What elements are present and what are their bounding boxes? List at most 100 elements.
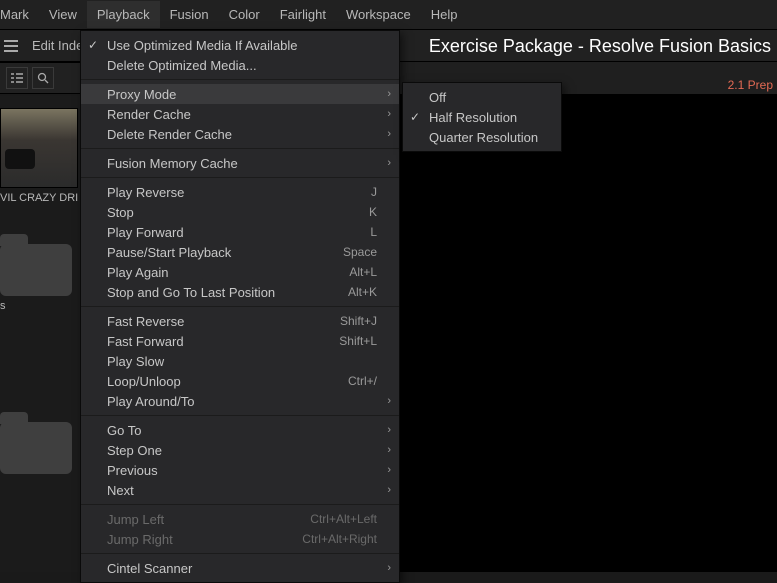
menu-item-shortcut: Ctrl+Alt+Left <box>310 512 377 526</box>
menu-separator <box>81 504 399 505</box>
menu-item-next[interactable]: Next › <box>81 480 399 500</box>
bin-folder-label: s <box>0 296 80 312</box>
menu-item-label: Loop/Unloop <box>107 374 348 389</box>
menu-item-shortcut: Alt+K <box>348 285 377 299</box>
menu-item-go-to[interactable]: Go To › <box>81 420 399 440</box>
menu-item-shortcut: Ctrl+/ <box>348 374 377 388</box>
chevron-right-icon: › <box>387 444 391 456</box>
menu-item-use-optimized-media-if-available[interactable]: ✓ Use Optimized Media If Available <box>81 35 399 55</box>
menu-item-jump-right: Jump RightCtrl+Alt+Right <box>81 529 399 549</box>
submenu-item-quarter-resolution[interactable]: Quarter Resolution <box>403 127 561 147</box>
submenu-item-label: Half Resolution <box>429 110 549 125</box>
clip-thumbnail-label: VIL CRAZY DRIVI <box>0 188 78 204</box>
chevron-right-icon: › <box>387 128 391 140</box>
chevron-right-icon: › <box>387 424 391 436</box>
media-pool-toolbar <box>0 62 80 94</box>
menu-separator <box>81 148 399 149</box>
clip-thumbnail[interactable] <box>0 108 78 188</box>
menu-separator <box>81 553 399 554</box>
menu-item-label: Play Slow <box>107 354 377 369</box>
media-pool: VIL CRAZY DRIVI s <box>0 96 80 572</box>
menu-item-stop[interactable]: StopK <box>81 202 399 222</box>
submenu-item-off[interactable]: Off <box>403 87 561 107</box>
menu-item-label: Fast Forward <box>107 334 339 349</box>
menu-item-fast-reverse[interactable]: Fast ReverseShift+J <box>81 311 399 331</box>
menu-item-label: Pause/Start Playback <box>107 245 343 260</box>
menubar-item-mark[interactable]: Mark <box>0 1 39 28</box>
menu-item-shortcut: Space <box>343 245 377 259</box>
menubar-item-view[interactable]: View <box>39 1 87 28</box>
menu-item-label: Play Again <box>107 265 349 280</box>
menu-item-fusion-memory-cache[interactable]: Fusion Memory Cache› <box>81 153 399 173</box>
hamburger-icon[interactable] <box>2 37 20 55</box>
menu-item-fast-forward[interactable]: Fast ForwardShift+L <box>81 331 399 351</box>
menu-item-shortcut: L <box>370 225 377 239</box>
menu-item-jump-left: Jump LeftCtrl+Alt+Left <box>81 509 399 529</box>
menu-item-play-slow[interactable]: Play Slow <box>81 351 399 371</box>
submenu-item-half-resolution[interactable]: ✓ Half Resolution <box>403 107 561 127</box>
menu-item-label: Step One <box>107 443 377 458</box>
check-icon: ✓ <box>88 38 98 52</box>
menu-item-shortcut: K <box>369 205 377 219</box>
menu-item-label: Play Around/To <box>107 394 377 409</box>
search-icon[interactable] <box>32 67 54 89</box>
menu-item-pause-start-playback[interactable]: Pause/Start PlaybackSpace <box>81 242 399 262</box>
menu-item-cintel-scanner[interactable]: Cintel Scanner › <box>81 558 399 578</box>
chevron-right-icon: › <box>387 108 391 120</box>
menu-item-delete-optimized-media[interactable]: Delete Optimized Media... <box>81 55 399 75</box>
menu-item-play-around-to[interactable]: Play Around/To › <box>81 391 399 411</box>
chevron-right-icon: › <box>387 484 391 496</box>
menu-item-label: Cintel Scanner <box>107 561 377 576</box>
submenu-item-label: Quarter Resolution <box>429 130 549 145</box>
menu-item-play-again[interactable]: Play AgainAlt+L <box>81 262 399 282</box>
menu-separator <box>81 177 399 178</box>
menubar-item-fairlight[interactable]: Fairlight <box>270 1 336 28</box>
menu-item-render-cache[interactable]: Render Cache › <box>81 104 399 124</box>
menu-item-proxy-mode[interactable]: Proxy Mode› <box>81 84 399 104</box>
menu-item-label: Delete Optimized Media... <box>107 58 377 73</box>
edit-index-label[interactable]: Edit Inde <box>32 38 83 53</box>
menu-item-label: Next <box>107 483 377 498</box>
menu-item-label: Jump Right <box>107 532 302 547</box>
menu-item-delete-render-cache[interactable]: Delete Render Cache › <box>81 124 399 144</box>
check-icon: ✓ <box>410 110 420 124</box>
menubar-item-color[interactable]: Color <box>219 1 270 28</box>
menu-item-loop-unloop[interactable]: Loop/UnloopCtrl+/ <box>81 371 399 391</box>
chevron-right-icon: › <box>387 395 391 407</box>
menu-item-previous[interactable]: Previous › <box>81 460 399 480</box>
menu-item-shortcut: Alt+L <box>349 265 377 279</box>
menubar-item-workspace[interactable]: Workspace <box>336 1 421 28</box>
menu-item-label: Jump Left <box>107 512 310 527</box>
timeline-name[interactable]: 2.1 Prep <box>728 78 773 92</box>
bin-folder[interactable] <box>0 244 72 296</box>
menu-item-label: Play Reverse <box>107 185 371 200</box>
bin-folder[interactable] <box>0 422 72 474</box>
menu-item-shortcut: Shift+L <box>339 334 377 348</box>
menu-item-play-forward[interactable]: Play ForwardL <box>81 222 399 242</box>
menu-item-label: Render Cache <box>107 107 377 122</box>
menu-item-step-one[interactable]: Step One › <box>81 440 399 460</box>
chevron-right-icon: › <box>387 157 391 169</box>
menu-item-label: Use Optimized Media If Available <box>107 38 377 53</box>
chevron-right-icon: › <box>387 562 391 574</box>
menubar-item-playback[interactable]: Playback <box>87 1 160 28</box>
menu-item-label: Delete Render Cache <box>107 127 377 142</box>
menu-item-shortcut: J <box>371 185 377 199</box>
menu-separator <box>81 306 399 307</box>
menu-item-label: Go To <box>107 423 377 438</box>
proxy-mode-submenu: Off ✓ Half Resolution Quarter Resolution <box>402 82 562 152</box>
menu-item-play-reverse[interactable]: Play ReverseJ <box>81 182 399 202</box>
menubar-item-fusion[interactable]: Fusion <box>160 1 219 28</box>
list-view-icon[interactable] <box>6 67 28 89</box>
chevron-right-icon: › <box>387 464 391 476</box>
chevron-right-icon: › <box>387 88 391 100</box>
menubar-item-help[interactable]: Help <box>421 1 468 28</box>
menu-item-label: Stop <box>107 205 369 220</box>
menu-item-stop-and-go-to-last-position[interactable]: Stop and Go To Last PositionAlt+K <box>81 282 399 302</box>
menu-item-label: Previous <box>107 463 377 478</box>
menu-item-shortcut: Shift+J <box>340 314 377 328</box>
menu-item-label: Fast Reverse <box>107 314 340 329</box>
menu-item-shortcut: Ctrl+Alt+Right <box>302 532 377 546</box>
project-title: Exercise Package - Resolve Fusion Basics <box>429 36 771 57</box>
menu-item-label: Play Forward <box>107 225 370 240</box>
